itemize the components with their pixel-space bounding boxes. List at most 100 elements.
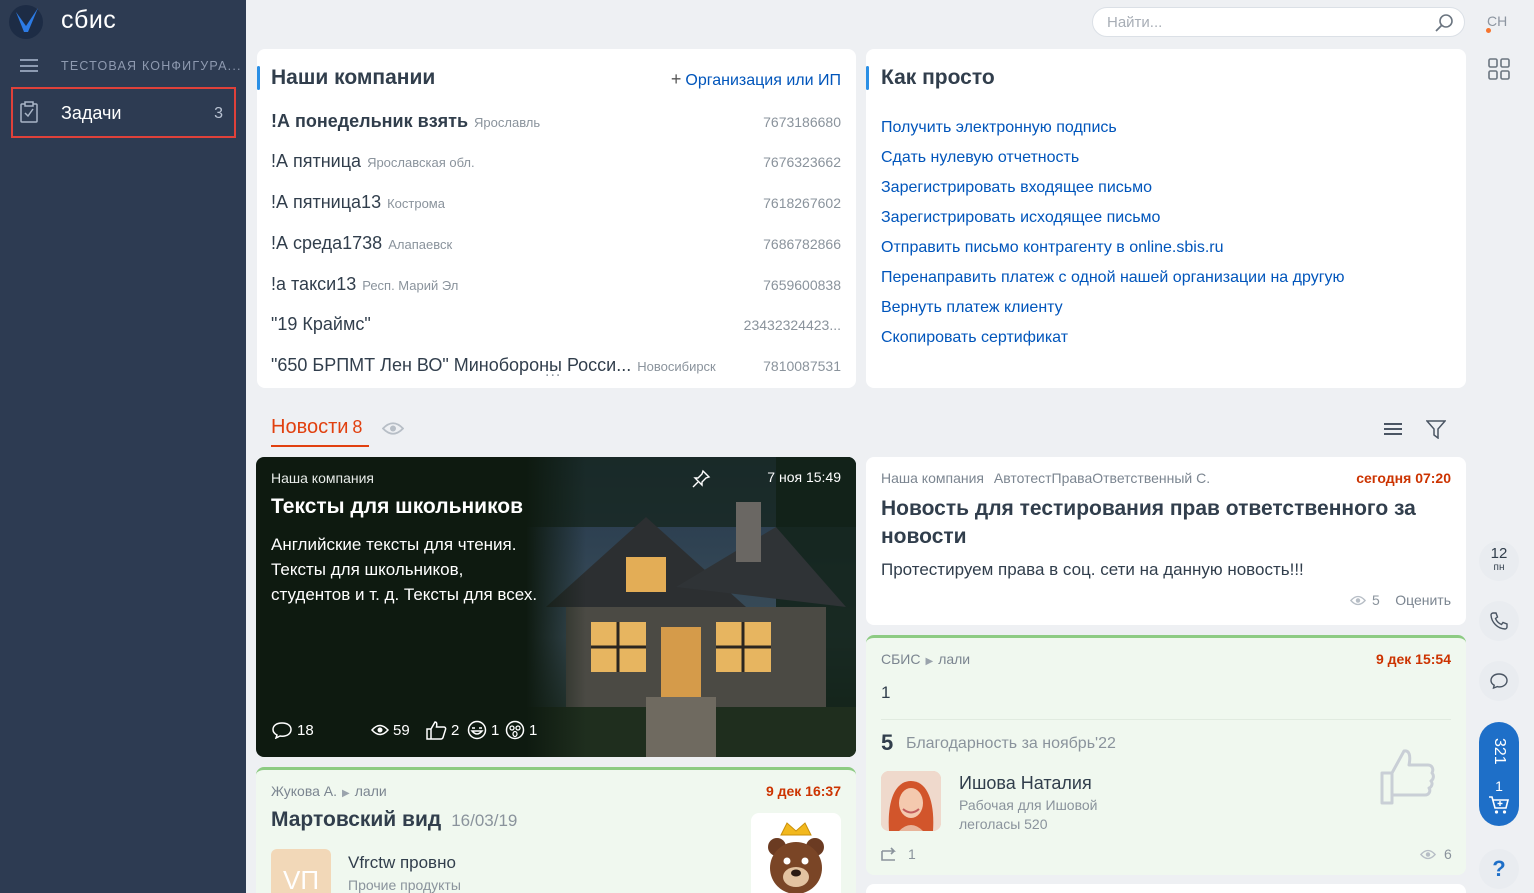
image-fade [526,457,586,757]
add-organization-label: Организация или ИП [685,72,841,89]
company-name: "650 БРПМТ Лен ВО" Минобороны Росси... Но… [271,355,716,375]
rate-button[interactable]: Оценить [1395,592,1451,608]
companies-title[interactable]: Наши компании [271,66,435,90]
news-author[interactable]: АвтотестПраваОтветственный С. [994,470,1210,486]
product-name[interactable]: Vfrctw провно [348,853,456,873]
thumbs-up-icon [426,721,447,740]
product-badge: VП [271,849,331,893]
company-city: Ярославль [474,115,541,130]
howto-link[interactable]: Зарегистрировать входящее письмо [881,179,1152,197]
company-row[interactable]: !А среда1738 Алапаевск 7686782866 [271,233,841,259]
menu-burger-icon[interactable] [20,59,38,72]
company-inn: 7673186680 [763,114,841,130]
cart-count: 321 [1491,738,1508,765]
company-name: !А среда1738 Алапаевск [271,233,453,253]
company-inn: 7686782866 [763,236,841,252]
wow-emoji-icon [505,720,525,740]
list-view-icon[interactable] [1384,421,1402,437]
howto-link[interactable]: Перенаправить платеж с одной нашей орган… [881,269,1345,287]
news-company[interactable]: Наша компания [881,470,984,486]
tab-underline [271,445,369,447]
news-channel[interactable]: лали [938,651,970,667]
show-more-button[interactable]: ... [545,363,561,381]
cart-button[interactable]: 321 1 [1479,722,1519,826]
brand-name[interactable]: сбис [61,6,116,35]
howto-link[interactable]: Зарегистрировать исходящее письмо [881,209,1160,227]
company-row[interactable]: !А пятница Ярославская обл. 7676323662 [271,151,841,177]
views-counter: 59 [371,722,425,739]
chat-button[interactable] [1479,661,1519,701]
laugh-emoji-icon [467,720,487,740]
apps-grid-icon[interactable] [1488,58,1510,80]
search-icon[interactable] [1434,13,1454,33]
tab-news[interactable]: Новости 8 [271,416,362,439]
add-organization-button[interactable]: + Организация или ИП [671,69,841,90]
companies-panel: Наши компании + Организация или ИП !А пон… [257,49,856,388]
likes-count: 2 [451,721,460,739]
news-date: 9 дек 16:37 [765,783,841,799]
sbis-logo-icon[interactable] [8,4,44,40]
person-name[interactable]: Ишова Наталия [959,773,1092,794]
news-title[interactable]: Новость для тестирования прав ответствен… [881,495,1441,551]
news-card-featured[interactable]: Наша компания 7 ноя 15:49 Тексты для шко… [256,457,856,757]
news-date: сегодня 07:20 [1356,470,1451,486]
howto-link[interactable]: Вернуть платеж клиенту [881,299,1063,317]
filter-icon[interactable] [1426,420,1446,439]
avatar[interactable] [881,771,941,831]
howto-link[interactable]: Получить электронную подпись [881,119,1117,137]
howto-link[interactable]: Скопировать сертификат [881,329,1068,347]
news-author[interactable]: Жукова А. [271,783,337,799]
thumbs-up-icon [1380,749,1435,805]
likes-counter[interactable]: 2 [425,720,467,740]
company-row[interactable]: !А пятница13 Кострома 7618267602 [271,192,841,218]
company-row[interactable]: !А понедельник взять Ярославль 7673186680 [271,111,841,137]
company-row[interactable]: !а такси13 Респ. Марий Эл 7659600838 [271,274,841,300]
news-card[interactable]: Наша компания АвтотестПраваОтветственный… [866,457,1466,625]
news-card[interactable] [866,884,1466,893]
user-avatar[interactable]: СН [1487,13,1507,29]
laughs-count: 1 [491,721,500,739]
news-company[interactable]: Наша компания [271,470,374,486]
product-category: Прочие продукты [348,877,461,893]
help-button[interactable]: ? [1479,849,1519,889]
sidebar-item-tasks[interactable]: Задачи 3 [11,87,236,138]
howto-title[interactable]: Как просто [881,66,995,90]
views-counter: 5 [1350,592,1380,608]
news-title[interactable]: Мартовский вид 16/03/19 [271,808,517,832]
thanks-number: 5 [881,730,894,755]
howto-link[interactable]: Сдать нулевую отчетность [881,149,1079,167]
news-source[interactable]: СБИС [881,651,920,667]
views-count: 59 [393,721,410,739]
wows-counter[interactable]: 1 [505,720,537,740]
calendar-button[interactable]: 12 пн [1479,541,1519,581]
news-title[interactable]: Тексты для школьников [271,495,523,519]
news-card[interactable]: Жукова А. ▶ лали 9 дек 16:37 Мартовский ви… [256,767,856,893]
news-channel[interactable]: лали [355,783,387,799]
news-card[interactable]: СБИС ▶ лали 9 дек 15:54 1 5 Благодарность … [866,635,1466,875]
howto-link[interactable]: Отправить письмо контрагенту в online.sb… [881,239,1224,257]
company-name: !А пятница13 Кострома [271,192,445,212]
repost-counter[interactable]: 1 [881,846,916,862]
news-meta: Наша компания АвтотестПраваОтветственный… [881,470,1210,486]
eye-icon[interactable] [382,421,404,436]
comments-counter[interactable]: 18 [271,721,371,739]
eye-icon [1350,595,1366,605]
person-photo [881,771,941,831]
company-city: Алапаевск [388,237,453,252]
configuration-name[interactable]: ТЕСТОВАЯ КОНФИГУРА... [61,59,242,73]
cart-icon [1489,796,1510,814]
phone-button[interactable] [1479,601,1519,641]
accent-bar [257,66,260,90]
breadcrumb-arrow-icon: ▶ [342,788,350,799]
news-meta: СБИС ▶ лали [881,651,970,667]
laughs-counter[interactable]: 1 [467,720,505,740]
company-row[interactable]: "19 Краймс" 23432324423... [271,314,841,340]
news-title: Новости [271,416,349,438]
cart-items: 1 [1495,778,1503,794]
company-city: Новосибирск [637,359,716,374]
search-input[interactable]: Найти... [1092,7,1465,37]
calendar-weekday: пн [1493,562,1505,573]
pin-icon[interactable] [691,469,711,489]
news-text: Английские тексты для чтения. Тексты для… [271,535,538,604]
calendar-day: 12 [1490,545,1508,562]
